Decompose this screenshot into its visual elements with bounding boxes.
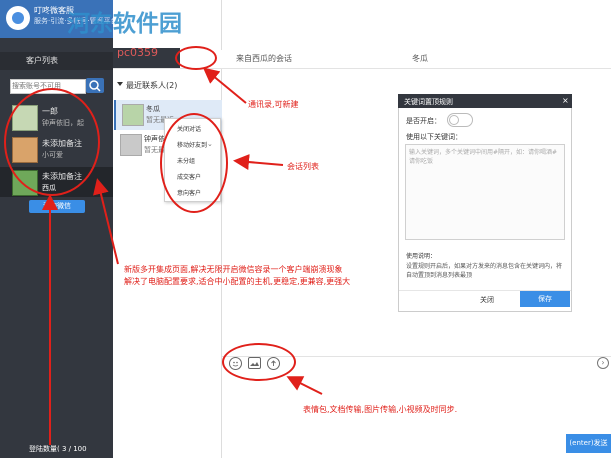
chat-partner-name: 冬瓜 bbox=[412, 54, 428, 63]
keyword-label: 使用以下关键词： bbox=[406, 133, 462, 141]
avatar bbox=[120, 134, 142, 156]
watermark-url: pc0359 bbox=[117, 46, 159, 59]
close-icon[interactable]: × bbox=[562, 96, 569, 105]
contact-name: 冬瓜 bbox=[146, 105, 160, 113]
chevron-down-icon[interactable] bbox=[117, 82, 123, 86]
help-title: 使用说明： bbox=[406, 253, 437, 260]
chevron-right-icon[interactable]: › bbox=[597, 357, 609, 369]
save-button[interactable]: 保存 bbox=[520, 291, 570, 307]
add-wechat-button[interactable]: 添加微信 bbox=[29, 200, 85, 213]
annotation-contacts: 通讯录,可新建 bbox=[248, 100, 299, 109]
recent-contacts-header[interactable]: 最近联系人(2) bbox=[126, 80, 177, 91]
annotation-ring-contacts-tab bbox=[175, 46, 217, 70]
send-button[interactable]: (enter)发送 bbox=[566, 434, 611, 453]
annotation-ring-context-menu bbox=[160, 113, 228, 213]
account-bar-label: 客户列表 bbox=[26, 56, 58, 65]
help-body: 设置规则开启后，如果对方发来的消息包含在关键词内，将自动置顶到消息列表最顶 bbox=[406, 263, 563, 279]
watermark-text: 河东软件园 bbox=[67, 10, 182, 37]
annotation-ring-toolbar bbox=[222, 343, 296, 381]
annotation-toolbar: 表情包,文档传输,图片传输,小视频及时同步. bbox=[303, 405, 458, 414]
annotation-session-list: 会话列表 bbox=[287, 162, 319, 171]
app-logo-icon bbox=[6, 6, 30, 30]
search-button[interactable] bbox=[86, 78, 104, 93]
keyword-dialog-title: 关键词置顶规则 bbox=[404, 98, 453, 106]
enable-label: 是否开启： bbox=[406, 117, 441, 125]
chat-title: 来自西瓜的会话 bbox=[236, 54, 292, 63]
annotation-ring-accounts bbox=[4, 88, 100, 196]
annotation-main-2: 解决了电脑配置要求,适合中小配置的主机,更稳定,更兼容,更强大 bbox=[124, 277, 351, 286]
login-count: 登陆数量( 3 / 100 bbox=[29, 445, 87, 453]
close-button[interactable]: 关闭 bbox=[480, 295, 494, 305]
avatar bbox=[122, 104, 144, 126]
search-icon bbox=[89, 80, 101, 92]
keyword-placeholder: 输入关键词，多个关键词中间用#隔开，如：请你喝酒#请你吃饭 bbox=[409, 149, 558, 165]
enable-toggle[interactable] bbox=[447, 113, 473, 127]
annotation-main-1: 新版多开集成页面,解决无限开启微信容录一个客户端崩溃现象 bbox=[124, 265, 343, 274]
